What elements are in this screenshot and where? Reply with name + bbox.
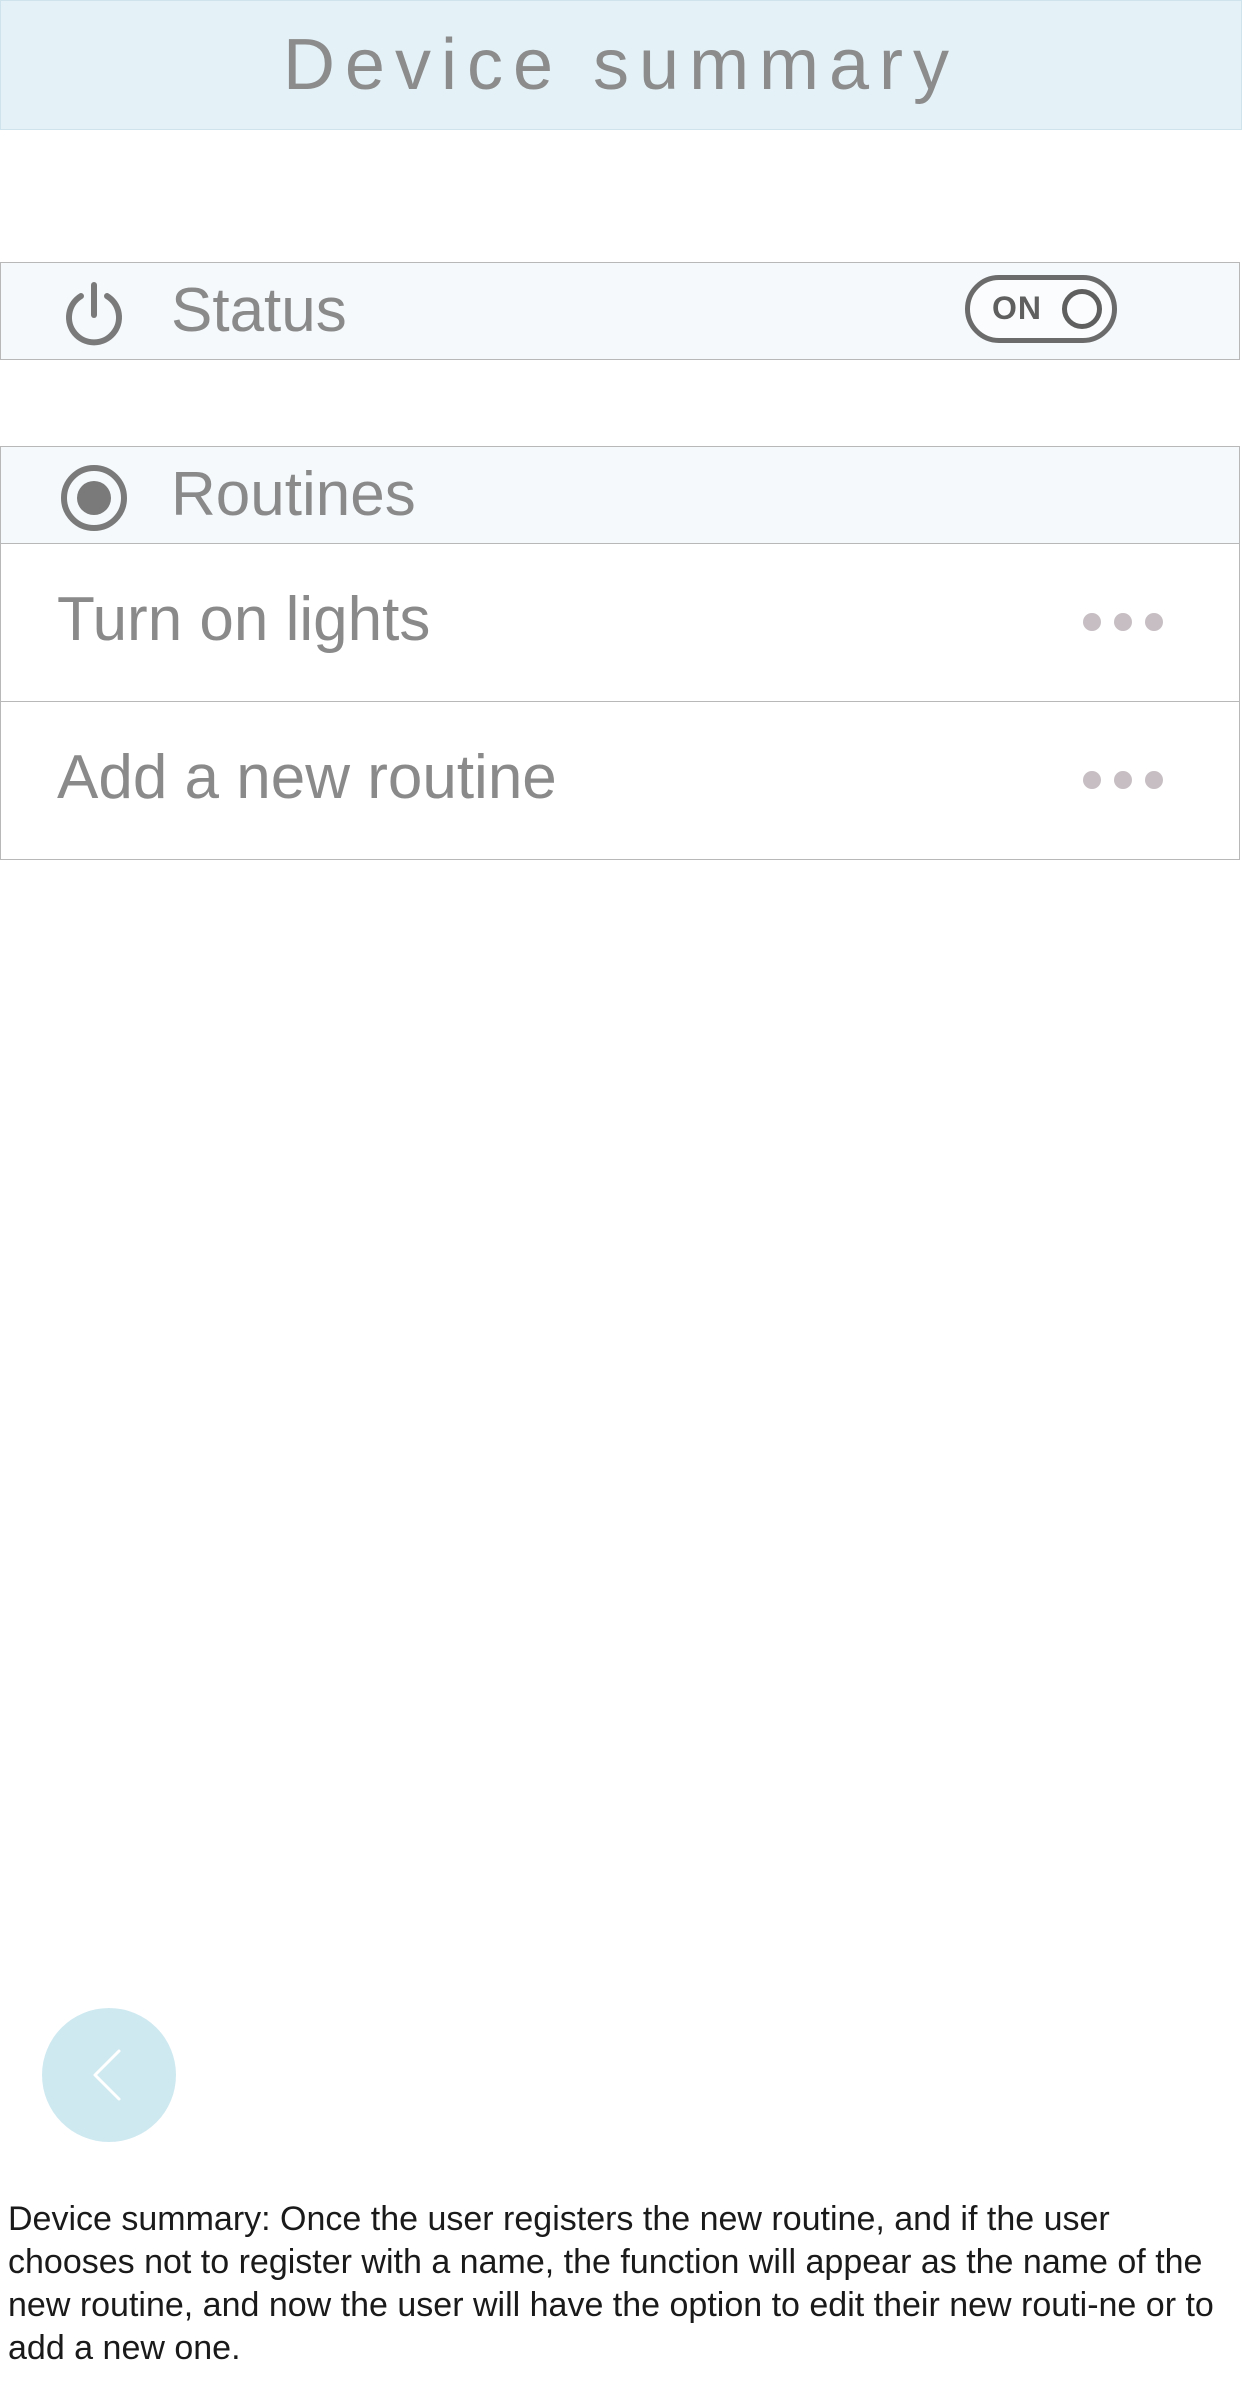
toggle-knob xyxy=(1062,289,1102,329)
routine-item-turn-on-lights[interactable]: Turn on lights xyxy=(0,544,1240,702)
toggle-label: ON xyxy=(992,290,1042,326)
power-icon xyxy=(66,282,122,346)
dot xyxy=(1145,613,1163,631)
page-title: Device summary xyxy=(282,25,960,105)
screen-caption: Device summary: Once the user registers … xyxy=(8,2200,1214,2367)
dot xyxy=(1114,771,1132,789)
status-section: Status ON xyxy=(0,262,1240,360)
routine-label: Add a new routine xyxy=(57,743,557,812)
status-label: Status xyxy=(171,276,347,345)
routines-label: Routines xyxy=(171,460,416,529)
app-header: Device summary xyxy=(0,0,1242,130)
status-toggle[interactable]: ON xyxy=(965,275,1117,343)
routine-item-add-new[interactable]: Add a new routine xyxy=(0,702,1240,860)
back-button[interactable] xyxy=(42,2008,176,2142)
dot xyxy=(1083,771,1101,789)
dot xyxy=(1083,613,1101,631)
more-dots-icon[interactable] xyxy=(1083,760,1163,800)
chevron-left-icon xyxy=(93,2049,121,2101)
radio-selected-icon xyxy=(61,465,127,531)
dot xyxy=(1114,613,1132,631)
dot xyxy=(1145,771,1163,789)
more-dots-icon[interactable] xyxy=(1083,602,1163,642)
routine-label: Turn on lights xyxy=(57,585,431,654)
routines-section: Routines xyxy=(0,446,1240,544)
